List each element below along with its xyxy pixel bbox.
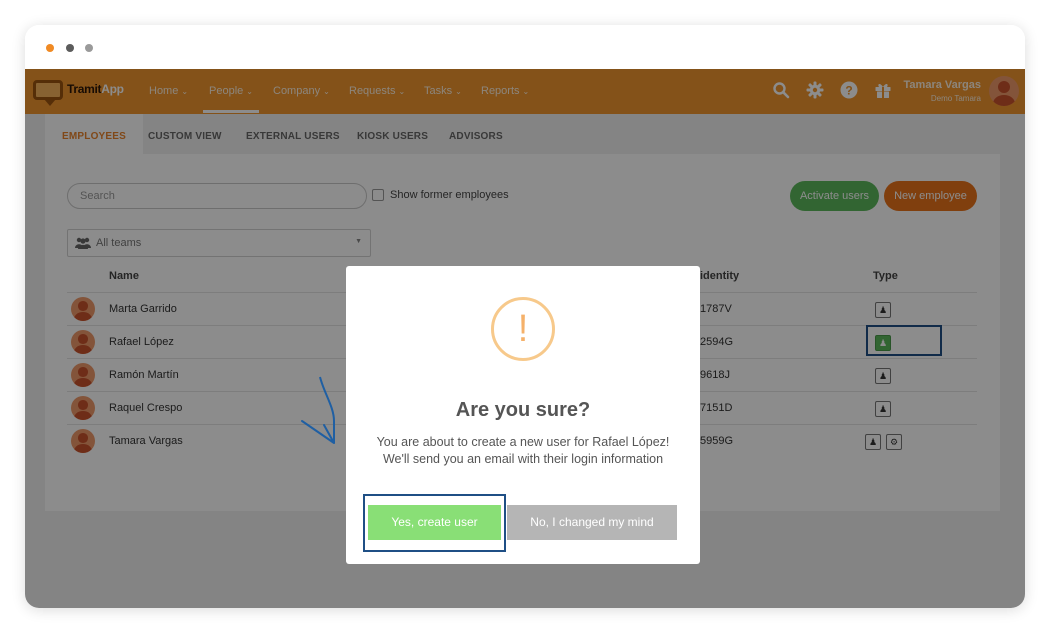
cancel-button[interactable]: No, I changed my mind bbox=[507, 505, 677, 540]
dialog-title: Are you sure? bbox=[455, 399, 591, 421]
window-dot-orange bbox=[46, 44, 54, 52]
confirm-create-user-button[interactable]: Yes, create user bbox=[368, 505, 501, 540]
window-chrome bbox=[25, 25, 1025, 69]
dialog-message-line2: We'll send you an email with their login… bbox=[382, 452, 664, 466]
dialog-message-line1: You are about to create a new user for R… bbox=[376, 435, 670, 449]
app-root: TramitApp Home ⌄ People ⌄ Company ⌄ Request… bbox=[25, 69, 1025, 608]
dialog-message: You are about to create a new user for R… bbox=[356, 434, 690, 468]
window-dot-grey bbox=[85, 44, 93, 52]
confirm-dialog: ! Are you sure? You are about to create … bbox=[346, 266, 700, 564]
browser-window: TramitApp Home ⌄ People ⌄ Company ⌄ Request… bbox=[25, 25, 1025, 608]
window-dot-dark bbox=[66, 44, 74, 52]
warning-icon: ! bbox=[491, 297, 555, 361]
annotation-arrow-icon bbox=[301, 376, 335, 444]
